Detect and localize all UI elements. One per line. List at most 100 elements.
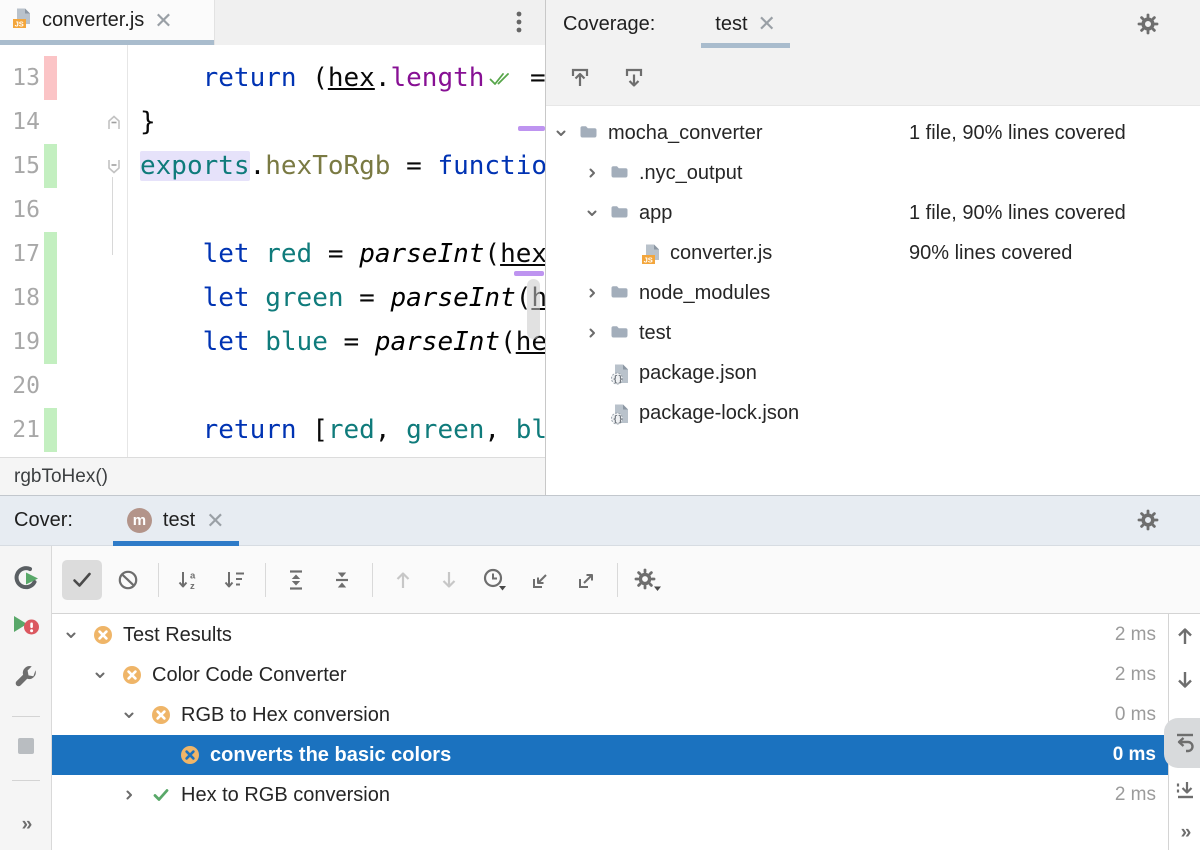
code-line[interactable]: let red = parseInt(hex (140, 232, 545, 276)
stop-button[interactable] (0, 734, 52, 758)
chevron-down-icon[interactable] (121, 707, 137, 723)
sort-alpha-button[interactable]: az (169, 560, 209, 600)
fold-marker-icon[interactable] (104, 157, 124, 182)
svg-text:z: z (190, 581, 195, 592)
tab-converter-js[interactable]: JS converter.js ✕ (0, 0, 215, 45)
expand-all-button[interactable] (276, 560, 316, 600)
code-token: return (203, 63, 297, 93)
code-line[interactable]: let blue = parseInt(hex (140, 320, 545, 364)
chevron-right-icon[interactable] (584, 165, 600, 181)
chevron-down-icon[interactable] (584, 205, 600, 221)
coverage-tree-row-package.json[interactable]: {}package.json (546, 353, 1200, 393)
code-token: blue (265, 327, 328, 357)
coverage-title: Coverage: (563, 13, 655, 36)
tree-item-label: package-lock.json (639, 393, 799, 433)
coverage-covered-marker[interactable] (44, 144, 57, 188)
gear-icon[interactable] (1132, 504, 1164, 536)
settings-button[interactable] (628, 560, 668, 600)
test-name: Test Results (123, 615, 232, 655)
close-icon[interactable]: ✕ (758, 14, 776, 34)
up-button[interactable] (1169, 624, 1200, 648)
gear-icon[interactable] (1132, 8, 1164, 40)
more-options-icon[interactable]: ›› (1169, 822, 1200, 844)
editor-scrollbar-thumb[interactable] (527, 279, 540, 339)
code-token (140, 63, 203, 93)
coverage-uncovered-marker[interactable] (44, 56, 57, 100)
svg-text:{}: {} (613, 375, 623, 385)
code-token: = (390, 151, 437, 181)
more-options-icon[interactable]: ›› (0, 814, 52, 836)
test-passed-inlay-icon[interactable] (488, 69, 510, 89)
coverage-tree-row-test[interactable]: test (546, 313, 1200, 353)
pill-rerun-button[interactable] (1169, 730, 1200, 754)
coverage-tree-row-node_modules[interactable]: node_modules (546, 273, 1200, 313)
line-number: 14 (0, 100, 40, 144)
test-name: Hex to RGB conversion (181, 775, 390, 815)
js-file-icon: JS (12, 7, 33, 34)
test-row-hex-to-rgb-conversion[interactable]: Hex to RGB conversion2 ms (52, 775, 1168, 815)
export-results-button[interactable] (567, 560, 607, 600)
test-row-converts-the-basic-colors[interactable]: converts the basic colors0 ms (52, 735, 1168, 775)
coverage-tree-row-mocha_converter[interactable]: mocha_converter1 file, 90% lines covered (546, 113, 1200, 153)
coverage-covered-marker[interactable] (44, 320, 57, 364)
tree-item-label: test (639, 313, 671, 353)
code-line[interactable]: exports.hexToRgb = function( (140, 144, 545, 188)
breadcrumb[interactable]: rgbToHex() (14, 466, 108, 488)
code-token: parseInt (359, 239, 484, 269)
code-editor[interactable]: 131415161718192021 return (hex.length =}… (0, 45, 545, 457)
coverage-covered-marker[interactable] (44, 276, 57, 320)
chevron-right-icon[interactable] (121, 787, 137, 803)
json-icon: {} (610, 403, 630, 425)
wrench-button[interactable] (0, 664, 52, 692)
rerun-button[interactable] (0, 564, 52, 592)
coverage-tree-row-package-lock.json[interactable]: {} package-lock.json (546, 393, 1200, 433)
cover-tab-test[interactable]: m test ✕ (113, 496, 239, 546)
chevron-right-icon[interactable] (584, 325, 600, 341)
coverage-tree-row-converter.js[interactable]: JSconverter.js90% lines covered (546, 233, 1200, 273)
settings-icon (634, 567, 662, 593)
coverage-tree-row-app[interactable]: app1 file, 90% lines covered (546, 193, 1200, 233)
test-row-color-code-converter[interactable]: Color Code Converter2 ms (52, 655, 1168, 695)
chevron-down-icon[interactable] (92, 667, 108, 683)
run-toolbar-left: ›› (0, 546, 52, 850)
cover-header: Cover: m test ✕ (0, 496, 1200, 546)
collapse-all-button[interactable] (322, 560, 362, 600)
coverage-tree-row-.nyc_output[interactable]: .nyc_output (546, 153, 1200, 193)
test-passed-icon (151, 785, 171, 805)
show-passed-icon (70, 568, 94, 592)
prev-failed-button[interactable] (383, 560, 423, 600)
caret-marker (514, 271, 544, 276)
scroll-end-button[interactable] (1169, 778, 1200, 802)
test-row-rgb-to-hex-conversion[interactable]: RGB to Hex conversion0 ms (52, 695, 1168, 735)
code-token: hex (500, 239, 545, 269)
kebab-menu-icon[interactable] (507, 9, 531, 40)
coverage-covered-marker[interactable] (44, 232, 57, 276)
down-button[interactable] (1169, 668, 1200, 692)
coverage-tab-test[interactable]: test ✕ (701, 0, 790, 48)
import-results-button[interactable] (521, 560, 561, 600)
code-line[interactable]: } (140, 100, 156, 144)
code-token: length (390, 63, 484, 93)
next-failed-button[interactable] (429, 560, 469, 600)
bracket-arrow-down-button[interactable] (618, 61, 650, 93)
test-name: RGB to Hex conversion (181, 695, 390, 735)
close-icon[interactable]: ✕ (154, 11, 172, 31)
sort-duration-button[interactable] (215, 560, 255, 600)
chevron-down-icon[interactable] (63, 627, 79, 643)
chevron-down-icon[interactable] (553, 125, 569, 141)
code-line[interactable]: return (hex.length = (140, 56, 545, 100)
show-ignored-button[interactable] (108, 560, 148, 600)
fold-marker-icon[interactable] (104, 113, 124, 138)
bracket-arrow-up-button[interactable] (564, 61, 596, 93)
chevron-right-icon[interactable] (584, 285, 600, 301)
line-number: 19 (0, 320, 40, 364)
code-line[interactable]: return [red, green, blue (140, 408, 545, 452)
coverage-covered-marker[interactable] (44, 408, 57, 452)
code-line[interactable]: let green = parseInt(hex (140, 276, 545, 320)
gutter-row: 16 (0, 188, 127, 232)
close-icon[interactable]: ✕ (206, 511, 224, 531)
history-button[interactable] (475, 560, 515, 600)
show-passed-button[interactable] (62, 560, 102, 600)
test-row-test-results[interactable]: Test Results2 ms (52, 615, 1168, 655)
rerun-failed-button[interactable] (0, 612, 52, 638)
